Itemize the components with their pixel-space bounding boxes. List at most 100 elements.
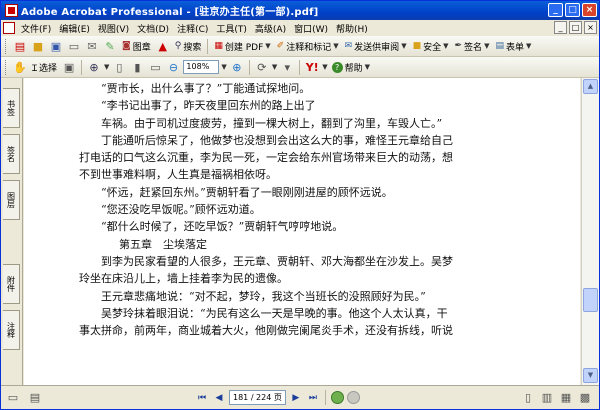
text-line: 王元章悲痛地说：“对不起，梦玲，我这个当班长的没照顾好为民。” (101, 289, 426, 303)
single-page-icon[interactable]: ▯ (520, 390, 536, 406)
chevron-down-icon[interactable]: ▼ (401, 42, 406, 50)
arrow-down-icon[interactable]: ▾ (279, 59, 295, 75)
menu-file[interactable]: 文件(F) (17, 22, 55, 35)
fit-page-icon[interactable]: ▮ (129, 59, 145, 75)
statusbar-separator (324, 390, 326, 405)
zoom-in-icon[interactable]: ⊕ (86, 59, 102, 75)
create-pdf-label: 创建 PDF (224, 42, 264, 53)
menu-edit[interactable]: 编辑(E) (55, 22, 94, 35)
toolbar-grip[interactable] (5, 59, 8, 75)
comments-tab[interactable]: 注释 (3, 310, 20, 350)
screen-icon[interactable]: ▤ (27, 390, 43, 406)
chevron-down-icon[interactable]: ▼ (265, 42, 270, 50)
stamp-button[interactable]: ◙ 图章 (120, 38, 153, 55)
zoom-plus-icon[interactable]: ⊕ (229, 59, 245, 75)
stamp-label: 图章 (132, 42, 151, 53)
menu-document[interactable]: 文档(D) (133, 22, 173, 35)
chevron-down-icon[interactable]: ▼ (484, 42, 489, 50)
open-folder-icon[interactable]: ■ (30, 38, 46, 54)
navigation-toolbar: ✋ Ɪ 选择 ▣ ⊕ ▼ ▯ ▮ ▭ ⊖ 108% ▼ ⊕ ⟳ ▼ ▾ Y! ▼… (1, 57, 599, 78)
page-number-input[interactable]: 181 / 224 页 (229, 390, 286, 405)
status-bar: ▭ ▤ ⏮ ◀ 181 / 224 页 ▶ ⏭ ▯ ▥ ▦ ▩ (1, 385, 599, 409)
bookmarks-tab[interactable]: 书签 (3, 88, 20, 128)
scroll-down-icon[interactable]: ▼ (583, 368, 598, 383)
minimize-button[interactable]: _ (548, 3, 563, 17)
email-icon[interactable]: ✉ (84, 38, 100, 54)
sign-button[interactable]: ✒ 签名 ▼ (453, 38, 492, 55)
send-review-button[interactable]: ✉ 发送供审阅 ▼ (343, 38, 409, 55)
close-button[interactable]: × (582, 3, 597, 17)
doc-minimize-button[interactable]: _ (554, 21, 567, 34)
scroll-up-icon[interactable]: ▲ (583, 79, 598, 94)
menu-advanced[interactable]: 高级(A) (251, 22, 290, 35)
zoom-out-icon[interactable]: ⊖ (165, 59, 181, 75)
fit-width-icon[interactable]: ▭ (147, 59, 163, 75)
organizer-icon[interactable]: ▲ (155, 38, 171, 54)
secure-button[interactable]: ■ 安全 ▼ (411, 38, 451, 55)
menu-help[interactable]: 帮助(H) (332, 22, 372, 35)
menu-tools[interactable]: 工具(T) (212, 22, 251, 35)
zoom-level-input[interactable]: 108% (183, 60, 220, 74)
chevron-down-icon[interactable]: ▼ (322, 63, 327, 71)
doc-close-button[interactable]: × (584, 21, 597, 34)
review-button[interactable]: ✐ 注释和标记 ▼ (275, 38, 341, 55)
vertical-scrollbar[interactable]: ▲ ▼ (581, 78, 599, 385)
help-button[interactable]: ? 帮助 ▼ (330, 59, 372, 76)
file-toolbar: ▤ ■ ▣ ▭ ✉ ✎ ◙ 图章 ▲ ⚲ 搜索 ▦ 创建 PDF ▼ ✐ 注释和… (1, 36, 599, 57)
chevron-down-icon[interactable]: ▼ (104, 63, 109, 71)
maximize-button[interactable]: □ (565, 3, 580, 17)
actual-size-icon[interactable]: ▯ (111, 59, 127, 75)
yahoo-icon[interactable]: Y! (304, 59, 320, 75)
previous-view-icon[interactable] (330, 391, 344, 404)
text-line: “都什么时候了，还吃早饭？”贾朝轩气哼哼地说。 (101, 220, 344, 234)
chevron-down-icon[interactable]: ▼ (333, 42, 338, 50)
scroll-thumb[interactable] (583, 288, 598, 312)
previous-page-icon[interactable]: ◀ (212, 391, 226, 405)
continuous-icon[interactable]: ▥ (539, 390, 555, 406)
signatures-tab[interactable]: 签名 (3, 134, 20, 174)
print-icon[interactable]: ▭ (66, 38, 82, 54)
chevron-down-icon[interactable]: ▼ (272, 63, 277, 71)
text-line: “怀远，赶紧回东州。”贾朝轩看了一眼刚刚进屋的顾怀远说。 (101, 185, 393, 199)
chevron-down-icon[interactable]: ▼ (221, 63, 226, 71)
page-view-icon[interactable]: ▭ (5, 390, 21, 406)
rotate-icon[interactable]: ⟳ (254, 59, 270, 75)
facing-pages-icon[interactable]: ▦ (558, 390, 574, 406)
hand-tool-icon[interactable]: ✋ (12, 59, 28, 75)
save-icon[interactable]: ▣ (48, 38, 64, 54)
edit-icon[interactable]: ✎ (102, 38, 118, 54)
acrobat-app-icon[interactable] (5, 4, 18, 17)
lock-icon: ■ (412, 41, 422, 51)
layers-tab[interactable]: 图层 (3, 180, 20, 220)
chevron-down-icon[interactable]: ▼ (526, 42, 531, 50)
create-pdf-button[interactable]: ▦ 创建 PDF ▼ (212, 38, 272, 55)
attachments-tab[interactable]: 附件 (3, 264, 20, 304)
text-line: 到李为民家看望的人很多，王元章、贾朝轩、邓大海都坐在沙发上。吴梦 (101, 254, 453, 268)
text-line: 丁能通听后惊呆了，他做梦也没想到会出这么大的事，难怪王元章给自己 (101, 133, 453, 147)
toolbar-grip[interactable] (5, 38, 8, 54)
last-page-icon[interactable]: ⏭ (306, 391, 320, 405)
snapshot-icon[interactable]: ▣ (61, 59, 77, 75)
menu-window[interactable]: 窗口(W) (290, 22, 332, 35)
title-bar[interactable]: Adobe Acrobat Professional - [驻京办主任(第一部)… (1, 1, 599, 20)
doc-restore-button[interactable]: □ (569, 21, 582, 34)
continuous-facing-icon[interactable]: ▩ (577, 390, 593, 406)
create-pdf-icon[interactable]: ▤ (12, 38, 28, 54)
menu-bar: 文件(F) 编辑(E) 视图(V) 文档(D) 注释(C) 工具(T) 高级(A… (1, 20, 599, 36)
document-viewport[interactable]: “贾市长，出什么事了？”丁能通试探地问。 “李书记出事了，昨天夜里回东州的路上出… (24, 78, 580, 385)
forms-button[interactable]: ▤ 表单 ▼ (493, 38, 533, 55)
signature-icon: ✒ (454, 41, 463, 51)
next-view-icon[interactable] (346, 391, 360, 404)
menu-comments[interactable]: 注释(C) (173, 22, 212, 35)
document-icon[interactable] (3, 22, 15, 34)
first-page-icon[interactable]: ⏮ (195, 391, 209, 405)
stamp-icon: ◙ (122, 41, 131, 51)
chevron-down-icon[interactable]: ▼ (443, 42, 448, 50)
search-button[interactable]: ⚲ 搜索 (173, 38, 204, 55)
acrobat-window: Adobe Acrobat Professional - [驻京办主任(第一部)… (0, 0, 600, 410)
select-tool-button[interactable]: Ɪ 选择 (30, 59, 59, 76)
toolbar-separator (299, 59, 301, 75)
next-page-icon[interactable]: ▶ (289, 391, 303, 405)
chevron-down-icon[interactable]: ▼ (365, 63, 370, 71)
menu-view[interactable]: 视图(V) (94, 22, 133, 35)
